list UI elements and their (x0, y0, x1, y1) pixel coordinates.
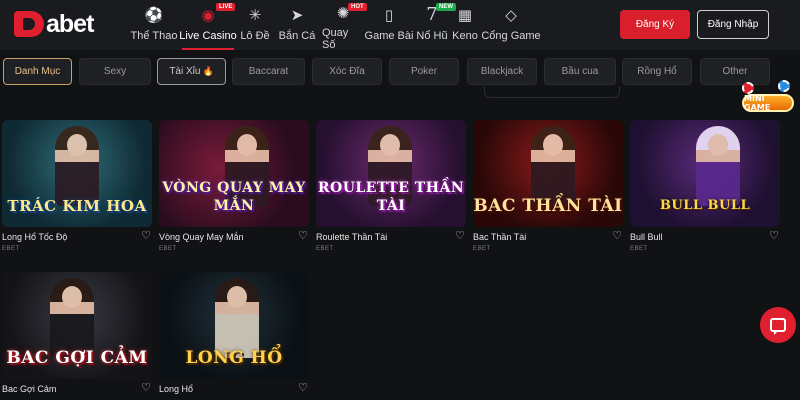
nav-item-cong-game[interactable]: ◇ Cổng Game (480, 0, 542, 50)
game-provider: EBET (159, 246, 177, 252)
category-baccarat[interactable]: Baccarat (232, 58, 305, 85)
category-xoc-dia[interactable]: Xóc Đĩa (312, 58, 382, 85)
game-card[interactable]: LONG HỔ Long Hổ ♡ (159, 272, 309, 400)
game-art-title: ROULETTE THẦN TÀI (317, 180, 465, 214)
nav-label: Quay Số (322, 27, 349, 51)
category-rong-ho[interactable]: Rồng Hổ (622, 58, 692, 85)
game-thumbnail[interactable]: ROULETTE THẦN TÀI (316, 120, 466, 227)
nav-label: Keno (452, 30, 478, 42)
nav-item-game-bai[interactable]: ▯ Game Bài (364, 0, 414, 50)
heart-icon[interactable]: ♡ (768, 230, 780, 242)
ferris-wheel-icon: ✳ (248, 6, 262, 24)
dropdown-edge (484, 86, 620, 98)
login-button[interactable]: Đăng Nhập (697, 10, 769, 39)
heart-icon[interactable]: ♡ (140, 382, 152, 394)
game-card[interactable]: BULL BULL Bull Bull ♡ EBET (630, 120, 780, 260)
heart-icon[interactable]: ♡ (611, 230, 623, 242)
dealer-image (55, 126, 99, 206)
nav-item-the-thao[interactable]: ⚽ Thể Thao (130, 0, 178, 50)
dabet-logo[interactable]: abet (14, 9, 94, 39)
game-thumbnail[interactable]: BAC THẦN TÀI (473, 120, 623, 227)
top-navigation-bar: abet ⚽ Thể Thao LIVE ◉ Live Casino ✳ Lô … (0, 0, 800, 51)
nav-label: Nổ Hũ (416, 30, 448, 42)
category-tai-xiu[interactable]: Tài Xỉu 🔥 (157, 58, 226, 85)
nav-item-ban-ca[interactable]: ➤ Bắn Cá (272, 0, 322, 50)
category-bau-cua[interactable]: Bầu cua (544, 58, 616, 85)
soccer-ball-icon: ⚽ (144, 6, 164, 24)
gamepad-shapes-icon: ◇ (505, 6, 517, 24)
heart-icon[interactable]: ♡ (454, 230, 466, 242)
nav-label: Lô Đề (240, 30, 270, 42)
game-name: Bac Thần Tài (473, 232, 527, 242)
category-danh-muc[interactable]: Danh Mục (3, 58, 72, 85)
fish-icon: ➤ (290, 6, 304, 24)
chip-icon (742, 82, 754, 94)
category-poker[interactable]: Poker (389, 58, 459, 85)
dealer-image (50, 278, 94, 358)
fire-icon: 🔥 (202, 66, 214, 76)
nav-item-lo-de[interactable]: ✳ Lô Đề (238, 0, 272, 50)
game-provider: EBET (2, 246, 20, 252)
game-card[interactable]: TRÁC KIM HOA Long Hổ Tốc Độ ♡ EBET (2, 120, 152, 260)
category-blackjack[interactable]: Blackjack (467, 58, 537, 85)
live-badge: LIVE (216, 3, 236, 11)
dealer-image (531, 126, 575, 206)
game-name: Bull Bull (630, 232, 663, 242)
game-name: Vòng Quay May Mắn (159, 232, 244, 242)
game-thumbnail[interactable]: BAC GỢI CẢM (2, 272, 152, 379)
dealer-image (696, 126, 740, 206)
category-sexy[interactable]: Sexy (79, 58, 151, 85)
heart-icon[interactable]: ♡ (297, 230, 309, 242)
nav-item-keno[interactable]: ▦ Keno (450, 0, 480, 50)
category-filter-bar: Danh Mục Sexy Tài Xỉu 🔥 Baccarat Xóc Đĩa… (0, 58, 800, 86)
game-art-title: LONG HỔ (185, 348, 283, 368)
game-name: Bac Gợi Cảm (2, 384, 57, 394)
game-art-title: BAC THẦN TÀI (473, 196, 623, 216)
nav-label: Cổng Game (481, 30, 541, 42)
game-name: Long Hổ Tốc Độ (2, 232, 68, 242)
category-label: Tài Xỉu (169, 66, 201, 77)
grid-icon: ▦ (457, 6, 473, 24)
chat-icon (770, 318, 786, 335)
game-provider: EBET (316, 246, 334, 252)
game-provider: EBET (473, 246, 491, 252)
nav-item-no-hu[interactable]: NEW 7 Nổ Hũ (414, 0, 456, 50)
mini-game-label: MINI GAME (742, 94, 794, 112)
game-thumbnail[interactable]: TRÁC KIM HOA (2, 120, 152, 227)
game-art-title: BULL BULL (659, 198, 751, 213)
game-name: Roulette Thần Tài (316, 232, 388, 242)
game-art-title: TRÁC KIM HOA (7, 197, 147, 215)
casino-chip-icon: ◉ (201, 6, 215, 24)
logo-text: abet (46, 9, 94, 38)
game-card[interactable]: BAC THẦN TÀI Bac Thần Tài ♡ EBET (473, 120, 623, 260)
dealer-image (215, 278, 259, 358)
nav-item-quay-so[interactable]: HOT ✺ Quay Số (322, 0, 367, 51)
live-chat-button[interactable] (760, 307, 796, 343)
game-thumbnail[interactable]: BULL BULL (630, 120, 780, 227)
game-card[interactable]: VÒNG QUAY MAY MẮN Vòng Quay May Mắn ♡ EB… (159, 120, 309, 260)
nav-label: Bắn Cá (278, 30, 316, 42)
game-provider: EBET (630, 246, 648, 252)
game-art-title: BAC GỢI CẢM (6, 348, 148, 368)
logo-mark (14, 11, 44, 37)
chip-icon (778, 80, 790, 92)
heart-icon[interactable]: ♡ (140, 230, 152, 242)
game-card[interactable]: BAC GỢI CẢM Bac Gợi Cảm ♡ (2, 272, 152, 400)
mini-game-widget[interactable]: MINI GAME (738, 80, 796, 118)
heart-icon[interactable]: ♡ (297, 382, 309, 394)
nav-label: Live Casino (179, 30, 237, 42)
game-thumbnail[interactable]: VÒNG QUAY MAY MẮN (159, 120, 309, 227)
nav-label: Thể Thao (130, 30, 178, 42)
nav-item-live-casino[interactable]: LIVE ◉ Live Casino (178, 0, 238, 50)
game-art-title: VÒNG QUAY MAY MẮN (162, 180, 306, 214)
game-name: Long Hổ (159, 384, 194, 394)
game-thumbnail[interactable]: LONG HỔ (159, 272, 309, 379)
main-nav: ⚽ Thể Thao LIVE ◉ Live Casino ✳ Lô Đề ➤ … (130, 0, 542, 51)
nav-label: Game Bài (364, 30, 414, 42)
register-button[interactable]: Đăng Ký (620, 10, 690, 39)
game-card[interactable]: ROULETTE THẦN TÀI Roulette Thần Tài ♡ EB… (316, 120, 466, 260)
playing-card-icon: ▯ (384, 6, 394, 24)
